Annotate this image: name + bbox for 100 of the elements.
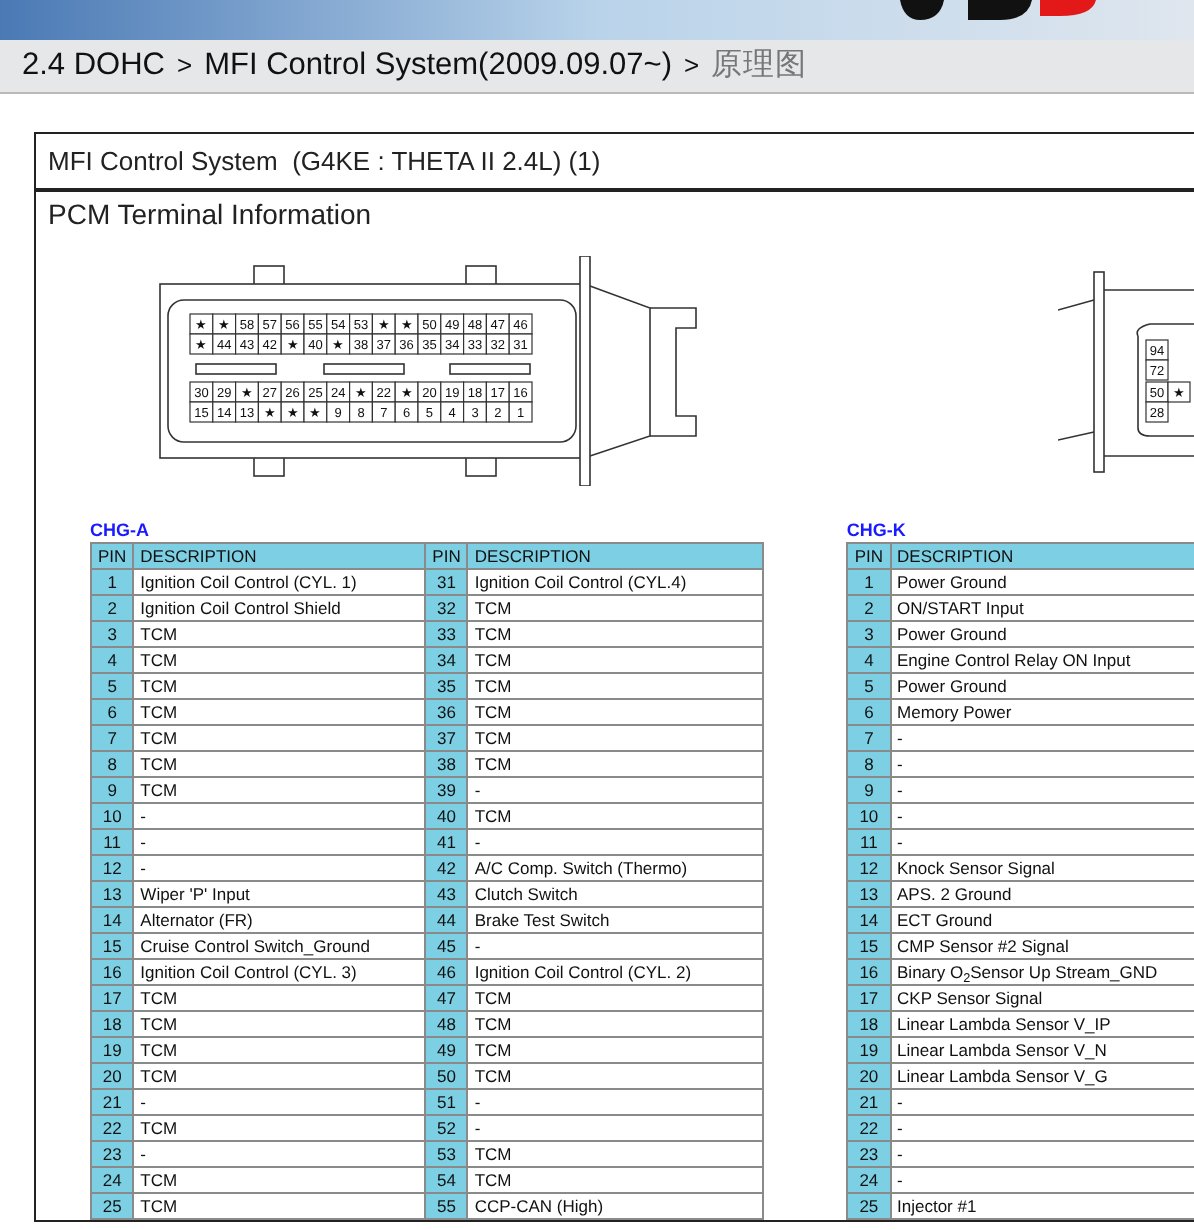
description-cell: - <box>467 777 764 803</box>
description-cell: TCM <box>467 1063 764 1089</box>
pin-cell: 3 <box>847 621 891 647</box>
description-cell: TCM <box>133 1167 426 1193</box>
description-cell: TCM <box>133 985 426 1011</box>
pin-cell: 7 <box>847 725 891 751</box>
pin-cell: 1 <box>847 569 891 595</box>
description-cell: TCM <box>133 1037 426 1063</box>
description-cell: APS. 2 Ground <box>890 881 1194 907</box>
pin-cell: 25 <box>91 1193 134 1219</box>
description-cell: Linear Lambda Sensor V_N <box>890 1037 1194 1063</box>
pin-cell: 13 <box>91 881 134 907</box>
description-cell: TCM <box>133 1115 426 1141</box>
pin-cell: 14 <box>847 907 891 933</box>
pin-cell: 2 <box>847 595 891 621</box>
description-cell: - <box>133 855 426 881</box>
description-cell: - <box>133 803 426 829</box>
pin-cell: 8 <box>847 751 891 777</box>
pin-cell: 18 <box>847 1011 891 1037</box>
pin-cell: 16 <box>847 959 891 985</box>
document-title: MFI Control System (G4KE : THETA II 2.4L) (1) <box>36 134 1194 192</box>
pin-cell: 14 <box>91 907 134 933</box>
description-cell: - <box>890 1115 1194 1141</box>
description-cell: Binary O$_{2}$Sensor Up Stream_GND <box>890 959 1194 985</box>
description-cell: - <box>890 751 1194 777</box>
pin-cell: 20 <box>91 1063 134 1089</box>
pin-cell: 23 <box>91 1141 134 1167</box>
pin-cell: 4 <box>847 647 891 673</box>
description-cell: Ignition Coil Control (CYL. 3) <box>133 959 426 985</box>
pin-cell: 12 <box>847 855 891 881</box>
pin-cell: 11 <box>847 829 891 855</box>
description-cell: - <box>467 829 764 855</box>
description-cell: Power Ground <box>890 569 1194 595</box>
breadcrumb-item[interactable]: 2.4 DOHC <box>22 42 165 90</box>
description-cell: TCM <box>133 725 426 751</box>
description-cell: ON/START Input <box>890 595 1194 621</box>
description-cell: Linear Lambda Sensor V_IP <box>890 1011 1194 1037</box>
description-cell: Brake Test Switch <box>467 907 764 933</box>
breadcrumb-separator: > <box>177 48 193 85</box>
description-cell: Memory Power <box>890 699 1194 725</box>
pin-cell: 19 <box>91 1037 134 1063</box>
description-cell: TCM <box>467 803 764 829</box>
description-cell: - <box>890 803 1194 829</box>
column-header: PIN <box>425 543 468 569</box>
pin-cell: 18 <box>91 1011 134 1037</box>
description-cell: Ignition Coil Control (CYL. 2) <box>467 959 764 985</box>
breadcrumb-item[interactable]: MFI Control System(2009.09.07~) <box>204 42 672 90</box>
column-header: PIN <box>847 543 891 569</box>
breadcrumb-item: 原理图 <box>711 44 808 87</box>
description-cell: - <box>890 1089 1194 1115</box>
description-cell: TCM <box>467 699 764 725</box>
description-cell: - <box>467 933 764 959</box>
pin-cell: 17 <box>847 985 891 1011</box>
description-cell: TCM <box>133 699 426 725</box>
pin-cell: 9 <box>847 777 891 803</box>
pin-cell: 19 <box>847 1037 891 1063</box>
description-cell: Wiper 'P' Input <box>133 881 426 907</box>
pin-cell: 25 <box>847 1193 891 1219</box>
description-cell: TCM <box>467 1037 764 1063</box>
pin-cell: 24 <box>847 1167 891 1193</box>
description-cell: TCM <box>133 751 426 777</box>
description-cell: Injector #1 <box>890 1193 1194 1219</box>
description-cell: Alternator (FR) <box>133 907 426 933</box>
description-cell: Knock Sensor Signal <box>890 855 1194 881</box>
description-cell: CMP Sensor #2 Signal <box>890 933 1194 959</box>
column-header: DESCRIPTION <box>890 543 1194 569</box>
description-cell: - <box>467 1089 764 1115</box>
description-cell: TCM <box>133 621 426 647</box>
pin-cell: 2 <box>91 595 134 621</box>
description-cell: TCM <box>467 1011 764 1037</box>
pin-cell: 5 <box>91 673 134 699</box>
pin-cell: 6 <box>91 699 134 725</box>
pin-cell: 4 <box>91 647 134 673</box>
description-cell: TCM <box>467 595 764 621</box>
description-cell: - <box>890 1167 1194 1193</box>
pin-cell: 15 <box>91 933 134 959</box>
pin-cell: 11 <box>91 829 134 855</box>
pin-cell: 17 <box>91 985 134 1011</box>
pin-cell: 5 <box>847 673 891 699</box>
pin-cell: 3 <box>91 621 134 647</box>
description-cell: TCM <box>467 1167 764 1193</box>
description-cell: Ignition Coil Control Shield <box>133 595 426 621</box>
pin-cell: 21 <box>847 1089 891 1115</box>
pin-cell: 8 <box>91 751 134 777</box>
column-header: DESCRIPTION <box>133 543 426 569</box>
column-header: PIN <box>91 543 134 569</box>
pin-cell: 16 <box>91 959 134 985</box>
description-cell: - <box>133 1141 426 1167</box>
description-cell: - <box>133 829 426 855</box>
description-cell: TCM <box>467 751 764 777</box>
description-cell: TCM <box>467 647 764 673</box>
connector-label: CHG-K <box>846 518 908 542</box>
description-cell: CCP-CAN (High) <box>467 1193 764 1219</box>
description-cell: CKP Sensor Signal <box>890 985 1194 1011</box>
description-cell: - <box>890 725 1194 751</box>
description-cell: - <box>467 1115 764 1141</box>
description-cell: - <box>890 829 1194 855</box>
description-cell: TCM <box>133 1011 426 1037</box>
description-cell: Linear Lambda Sensor V_G <box>890 1063 1194 1089</box>
description-cell: TCM <box>467 621 764 647</box>
